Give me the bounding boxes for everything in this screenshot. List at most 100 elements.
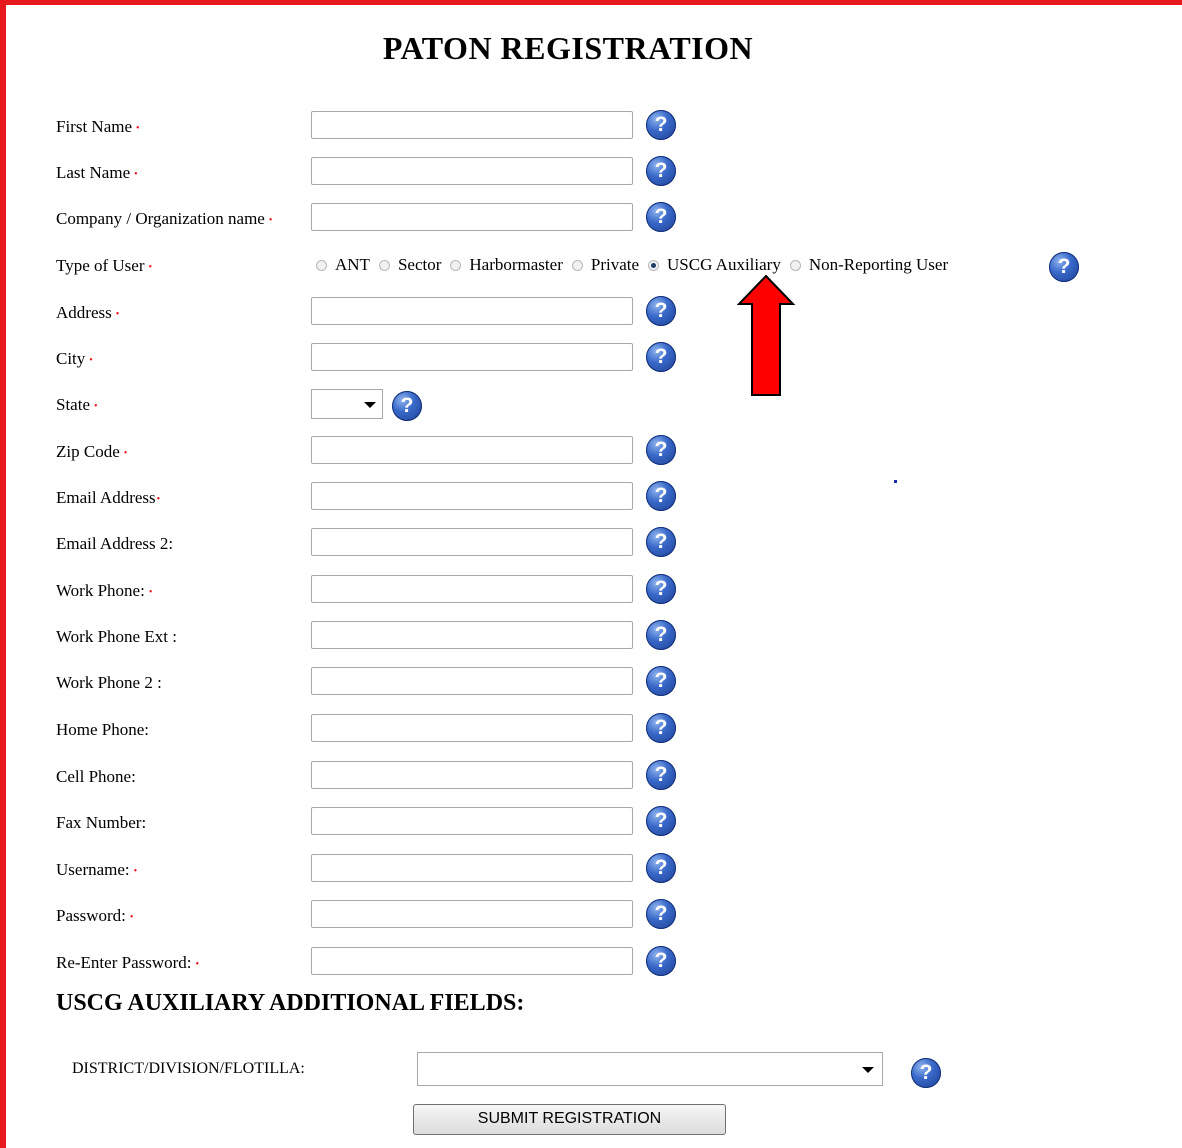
email-label: Email Address <box>56 488 156 507</box>
help-icon[interactable]: ? <box>646 110 676 140</box>
required-marker: • <box>123 448 128 459</box>
help-icon[interactable]: ? <box>646 713 676 743</box>
city-input[interactable] <box>311 343 633 371</box>
help-icon[interactable]: ? <box>646 342 676 372</box>
help-icon[interactable]: ? <box>646 202 676 232</box>
radio-label: Sector <box>397 255 442 274</box>
email-input[interactable] <box>311 482 633 510</box>
radio-button[interactable] <box>450 259 462 271</box>
required-marker: • <box>195 959 200 970</box>
zip-code-label: Zip Code <box>56 442 120 461</box>
help-icon[interactable]: ? <box>646 620 676 650</box>
red-annotation-arrow <box>737 275 796 396</box>
work-phone-2-input[interactable] <box>311 667 633 695</box>
company-label: Company / Organization name <box>56 209 265 228</box>
row-zip-code: Zip Code • ? <box>0 432 1182 472</box>
required-marker: • <box>148 587 153 598</box>
required-marker: • <box>133 866 138 877</box>
help-icon[interactable]: ? <box>646 527 676 557</box>
stray-dot <box>894 480 897 483</box>
help-icon[interactable]: ? <box>1049 252 1079 282</box>
help-icon[interactable]: ? <box>392 391 422 421</box>
work-phone-2-label: Work Phone 2 : <box>56 673 162 692</box>
user-type-radio-group: ANT Sector Harbormaster Private USCG Aux… <box>316 250 957 280</box>
reenter-password-label: Re-Enter Password: <box>56 953 192 972</box>
row-email: Email Address• ? <box>0 478 1182 518</box>
radio-button[interactable] <box>789 259 801 271</box>
row-cell-phone: Cell Phone: ? <box>0 757 1182 797</box>
address-input[interactable] <box>311 297 633 325</box>
row-work-phone-2: Work Phone 2 : ? <box>0 663 1182 703</box>
password-label: Password: <box>56 906 126 925</box>
radio-label: Non-Reporting User <box>808 255 949 274</box>
required-marker: • <box>136 123 140 134</box>
help-icon[interactable]: ? <box>911 1058 941 1088</box>
required-marker: • <box>134 169 138 180</box>
company-input[interactable] <box>311 203 633 231</box>
radio-non-reporting-user[interactable]: Non-Reporting User <box>789 250 949 280</box>
work-phone-ext-input[interactable] <box>311 621 633 649</box>
username-input[interactable] <box>311 854 633 882</box>
radio-ant[interactable]: ANT <box>316 250 370 280</box>
page-frame-top-border <box>0 0 1182 5</box>
row-last-name: Last Name • ? <box>0 153 1182 193</box>
required-marker: • <box>268 215 273 226</box>
help-icon[interactable]: ? <box>646 296 676 326</box>
address-label: Address <box>56 303 112 322</box>
help-icon[interactable]: ? <box>646 853 676 883</box>
work-phone-label: Work Phone: <box>56 581 145 600</box>
required-marker: • <box>148 262 153 273</box>
city-label: City <box>56 349 86 368</box>
last-name-label: Last Name <box>56 163 131 182</box>
row-work-phone: Work Phone: • ? <box>0 571 1182 611</box>
help-icon[interactable]: ? <box>646 481 676 511</box>
radio-label: ANT <box>335 255 370 274</box>
row-reenter-password: Re-Enter Password: • ? <box>0 943 1182 983</box>
work-phone-ext-label: Work Phone Ext : <box>56 627 177 646</box>
fax-number-label: Fax Number: <box>56 813 147 832</box>
help-icon[interactable]: ? <box>646 666 676 696</box>
required-marker: • <box>129 912 134 923</box>
radio-harbormaster[interactable]: Harbormaster <box>450 250 563 280</box>
radio-button[interactable] <box>571 259 583 271</box>
cell-phone-input[interactable] <box>311 761 633 789</box>
email-2-input[interactable] <box>311 528 633 556</box>
radio-button[interactable] <box>378 259 390 271</box>
chevron-down-icon[interactable] <box>364 402 376 408</box>
zip-code-input[interactable] <box>311 436 633 464</box>
district-select[interactable] <box>417 1052 883 1086</box>
password-input[interactable] <box>311 900 633 928</box>
required-marker: • <box>156 494 161 505</box>
work-phone-input[interactable] <box>311 575 633 603</box>
home-phone-label: Home Phone: <box>56 720 150 739</box>
row-user-type: Type of User • ANT Sector Harbormaster Pr… <box>0 246 1182 286</box>
row-state: State • ? <box>0 385 1182 425</box>
first-name-input[interactable] <box>311 111 633 139</box>
help-icon[interactable]: ? <box>646 806 676 836</box>
first-name-label: First Name <box>56 117 133 136</box>
state-select[interactable] <box>311 389 383 419</box>
home-phone-input[interactable] <box>311 714 633 742</box>
page-title: PATON REGISTRATION <box>382 30 754 66</box>
help-icon[interactable]: ? <box>646 760 676 790</box>
reenter-password-input[interactable] <box>311 947 633 975</box>
fax-number-input[interactable] <box>311 807 633 835</box>
help-icon[interactable]: ? <box>646 156 676 186</box>
required-marker: • <box>94 401 98 412</box>
submit-registration-button[interactable]: SUBMIT REGISTRATION <box>413 1104 726 1135</box>
radio-button[interactable] <box>316 259 327 271</box>
radio-sector[interactable]: Sector <box>378 250 442 280</box>
radio-label: Harbormaster <box>469 255 563 274</box>
last-name-input[interactable] <box>311 157 633 185</box>
help-icon[interactable]: ? <box>646 899 676 929</box>
cell-phone-label: Cell Phone: <box>56 767 136 786</box>
radio-button-selected[interactable] <box>648 259 660 271</box>
radio-private[interactable]: Private <box>571 250 639 280</box>
help-icon[interactable]: ? <box>646 946 676 976</box>
chevron-down-icon[interactable] <box>862 1067 874 1073</box>
row-address: Address • ? <box>0 293 1182 333</box>
username-label: Username: <box>56 860 130 879</box>
help-icon[interactable]: ? <box>646 435 676 465</box>
help-icon[interactable]: ? <box>646 574 676 604</box>
row-home-phone: Home Phone: ? <box>0 710 1182 750</box>
